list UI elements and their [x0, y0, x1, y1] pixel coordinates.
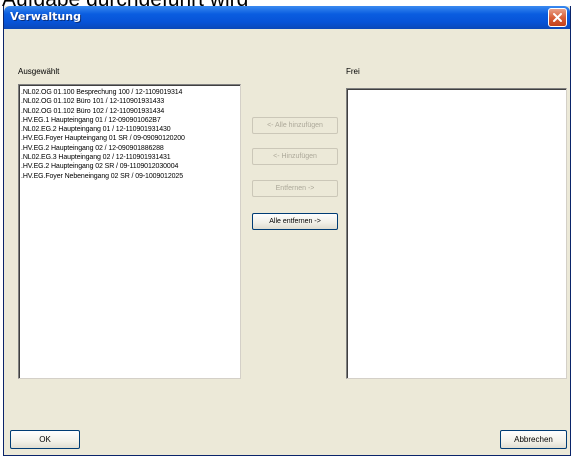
- close-button[interactable]: [548, 8, 567, 27]
- close-icon: [552, 8, 563, 27]
- list-item[interactable]: .HV.EG.2 Haupteingang 02 SR / 09-1109012…: [19, 162, 240, 171]
- list-item[interactable]: .HV.EG.2 Haupteingang 02 / 12-0909018862…: [19, 144, 240, 153]
- selected-list-label: Ausgewählt: [18, 67, 60, 76]
- list-item[interactable]: .NL02.EG.3 Haupteingang 02 / 12-11090193…: [19, 153, 240, 162]
- remove-all-button[interactable]: Alle entfernen ->: [252, 213, 338, 230]
- list-item[interactable]: .NL02.OG 01.102 Büro 101 / 12-1109019314…: [19, 97, 240, 106]
- list-item[interactable]: .NL02.EG.2 Haupteingang 01 / 12-11090193…: [19, 125, 240, 134]
- free-list[interactable]: [346, 88, 567, 379]
- list-item[interactable]: .NL02.OG 01.102 Büro 102 / 12-1109019314…: [19, 107, 240, 116]
- cancel-button[interactable]: Abbrechen: [500, 430, 567, 449]
- list-item[interactable]: .HV.EG.Foyer Haupteingang 01 SR / 09-090…: [19, 134, 240, 143]
- list-item[interactable]: .NL02.OG 01.100 Besprechung 100 / 12-110…: [19, 88, 240, 97]
- add-all-button[interactable]: <- Alle hinzufügen: [252, 117, 338, 134]
- window-title: Verwaltung: [10, 10, 81, 23]
- add-button[interactable]: <- Hinzufügen: [252, 148, 338, 165]
- free-list-label: Frei: [346, 67, 360, 76]
- remove-button[interactable]: Entfernen ->: [252, 180, 338, 197]
- title-bar[interactable]: Verwaltung: [4, 6, 570, 29]
- verwaltung-dialog: Verwaltung Ausgewählt .NL02.OG 01.100 Be…: [3, 6, 571, 456]
- list-item[interactable]: .HV.EG.1 Haupteingang 01 / 12-090901062B…: [19, 116, 240, 125]
- list-item[interactable]: .HV.EG.Foyer Nebeneingang 02 SR / 09-100…: [19, 172, 240, 181]
- ok-button[interactable]: OK: [10, 430, 80, 449]
- selected-list[interactable]: .NL02.OG 01.100 Besprechung 100 / 12-110…: [18, 84, 241, 379]
